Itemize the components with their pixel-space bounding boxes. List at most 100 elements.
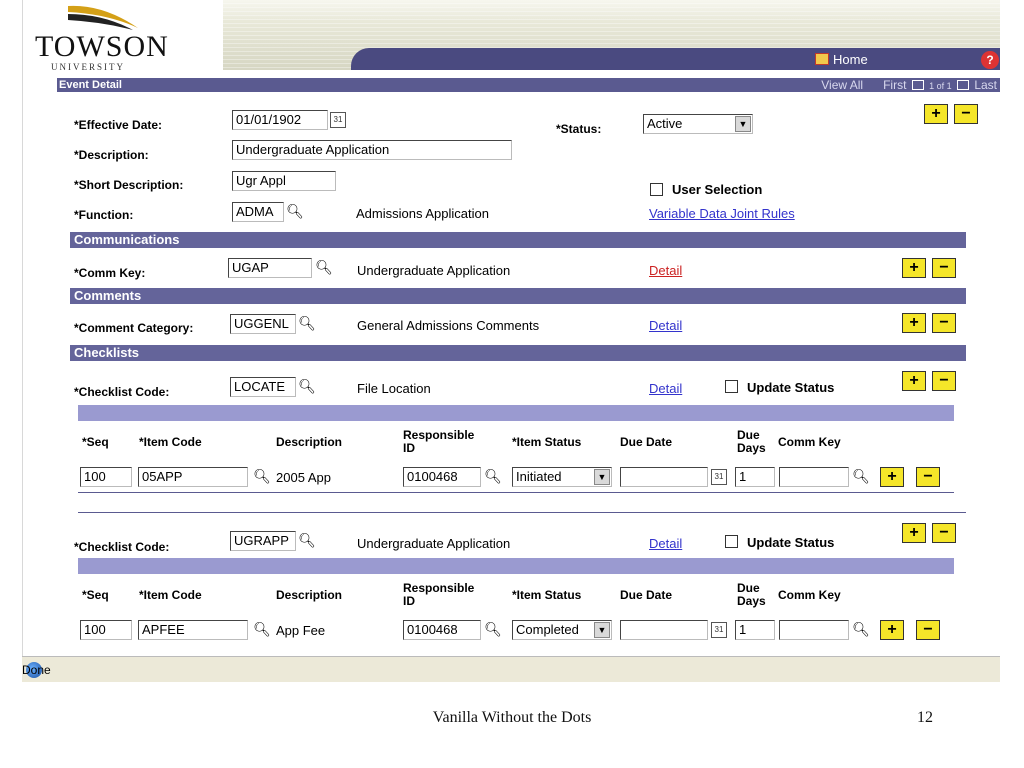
item-code-input[interactable]: APFEE	[138, 620, 248, 640]
item-status-select[interactable]: Completed ▼	[512, 620, 612, 640]
item-description: App Fee	[276, 623, 326, 638]
dropdown-arrow-icon[interactable]: ▼	[594, 469, 610, 485]
responsible-id-lookup-icon[interactable]: 🔍︎	[483, 467, 503, 487]
comm-key-input[interactable]	[779, 620, 849, 640]
calendar-icon[interactable]: 31	[711, 622, 727, 638]
item-status-select[interactable]: Initiated ▼	[512, 467, 612, 487]
due-days-input[interactable]: 1	[735, 467, 775, 487]
last-link[interactable]: Last	[974, 78, 997, 92]
due-date-input[interactable]	[620, 467, 708, 487]
effective-date-input[interactable]: 01/01/1902	[232, 110, 328, 130]
item-code-lookup-icon[interactable]: 🔍︎	[252, 467, 272, 487]
item-description: 2005 App	[276, 470, 331, 485]
comm-key-lookup-icon[interactable]: 🔍︎	[314, 258, 334, 278]
col-item-status: *Item Status	[512, 588, 582, 602]
col-seq: *Seq	[82, 435, 109, 449]
checklist-detail-link[interactable]: Detail	[649, 381, 682, 396]
dropdown-arrow-icon[interactable]: ▼	[735, 116, 751, 132]
function-description: Admissions Application	[356, 206, 489, 221]
checklist-code-input[interactable]: UGRAPP	[230, 531, 296, 551]
row-delete-button[interactable]: −	[916, 620, 940, 640]
communications-header: Communications	[70, 232, 966, 248]
due-days-input[interactable]: 1	[735, 620, 775, 640]
col-description: Description	[276, 588, 343, 602]
seq-input[interactable]: 100	[80, 467, 132, 487]
col-item-code: *Item Code	[139, 435, 202, 449]
seq-input[interactable]: 100	[80, 620, 132, 640]
checklist-code-label: *Checklist Code:	[74, 540, 170, 554]
checklist-code-lookup-icon[interactable]: 🔍︎	[297, 377, 317, 397]
function-input[interactable]: ADMA	[232, 202, 284, 222]
checklist-add-button[interactable]: +	[902, 371, 926, 391]
col-responsible-id-2: ID	[403, 594, 415, 608]
responsible-id-lookup-icon[interactable]: 🔍︎	[483, 620, 503, 640]
status-text: Done	[22, 663, 51, 677]
first-link[interactable]: First	[883, 78, 906, 92]
logo[interactable]: TOWSON UNIVERSITY	[23, 0, 223, 78]
function-lookup-icon[interactable]: 🔍︎	[285, 202, 305, 222]
home-icon	[815, 53, 829, 65]
checklist-delete-button[interactable]: −	[932, 523, 956, 543]
row-count: 1 of 1	[929, 81, 952, 91]
comm-key-input[interactable]: UGAP	[228, 258, 312, 278]
row-add-button[interactable]: +	[880, 620, 904, 640]
comments-delete-button[interactable]: −	[932, 313, 956, 333]
col-responsible-id-2: ID	[403, 441, 415, 455]
row-add-button[interactable]: +	[880, 467, 904, 487]
update-status-label: Update Status	[747, 535, 835, 550]
calendar-icon[interactable]: 31	[711, 469, 727, 485]
col-due-days-2: Days	[737, 441, 766, 455]
variable-data-joint-rules-link[interactable]: Variable Data Joint Rules	[649, 206, 795, 221]
short-description-input[interactable]: Ugr Appl	[232, 171, 336, 191]
calendar-icon[interactable]: 31	[330, 112, 346, 128]
status-select[interactable]: Active ▼	[643, 114, 753, 134]
checklist-delete-button[interactable]: −	[932, 371, 956, 391]
previous-icon[interactable]	[911, 80, 924, 90]
dropdown-arrow-icon[interactable]: ▼	[594, 622, 610, 638]
checklist-code-input[interactable]: LOCATE	[230, 377, 296, 397]
item-code-lookup-icon[interactable]: 🔍︎	[252, 620, 272, 640]
comments-add-button[interactable]: +	[902, 313, 926, 333]
user-selection-checkbox[interactable]	[650, 183, 663, 196]
checklist-code-lookup-icon[interactable]: 🔍︎	[297, 531, 317, 551]
item-status-value: Initiated	[516, 469, 562, 484]
comment-category-input[interactable]: UGGENL	[230, 314, 296, 334]
comment-category-lookup-icon[interactable]: 🔍︎	[297, 314, 317, 334]
view-all-link[interactable]: View All	[821, 78, 863, 92]
delete-row-button[interactable]: −	[954, 104, 978, 124]
responsible-id-input[interactable]: 0100468	[403, 467, 481, 487]
user-selection-label: User Selection	[672, 182, 763, 197]
communications-detail-link[interactable]: Detail	[649, 263, 682, 278]
next-icon[interactable]	[956, 80, 969, 90]
nav-bar	[351, 48, 1000, 70]
description-label: *Description:	[74, 148, 149, 162]
comm-key-lookup-icon[interactable]: 🔍︎	[851, 467, 871, 487]
responsible-id-input[interactable]: 0100468	[403, 620, 481, 640]
comments-detail-link[interactable]: Detail	[649, 318, 682, 333]
communications-add-button[interactable]: +	[902, 258, 926, 278]
row-delete-button[interactable]: −	[916, 467, 940, 487]
due-date-input[interactable]	[620, 620, 708, 640]
description-input[interactable]: Undergraduate Application	[232, 140, 512, 160]
comm-key-lookup-icon[interactable]: 🔍︎	[851, 620, 871, 640]
update-status-checkbox[interactable]	[725, 535, 738, 548]
add-row-button[interactable]: +	[924, 104, 948, 124]
checklist-detail-link[interactable]: Detail	[649, 536, 682, 551]
communications-delete-button[interactable]: −	[932, 258, 956, 278]
col-comm-key: Comm Key	[778, 588, 841, 602]
col-due-date: Due Date	[620, 588, 673, 602]
comment-category-description: General Admissions Comments	[357, 318, 540, 333]
col-description: Description	[276, 435, 343, 449]
checklists-header: Checklists	[70, 345, 966, 361]
comment-category-label: *Comment Category:	[74, 321, 194, 335]
help-icon[interactable]: ?	[981, 51, 999, 69]
slide-footer-title: Vanilla Without the Dots	[432, 709, 592, 726]
item-code-input[interactable]: 05APP	[138, 467, 248, 487]
status-label: *Status:	[556, 122, 602, 136]
col-seq: *Seq	[82, 588, 109, 602]
home-link[interactable]: Home	[815, 52, 868, 67]
grid-divider	[78, 492, 954, 493]
checklist-add-button[interactable]: +	[902, 523, 926, 543]
comm-key-input[interactable]	[779, 467, 849, 487]
update-status-checkbox[interactable]	[725, 380, 738, 393]
